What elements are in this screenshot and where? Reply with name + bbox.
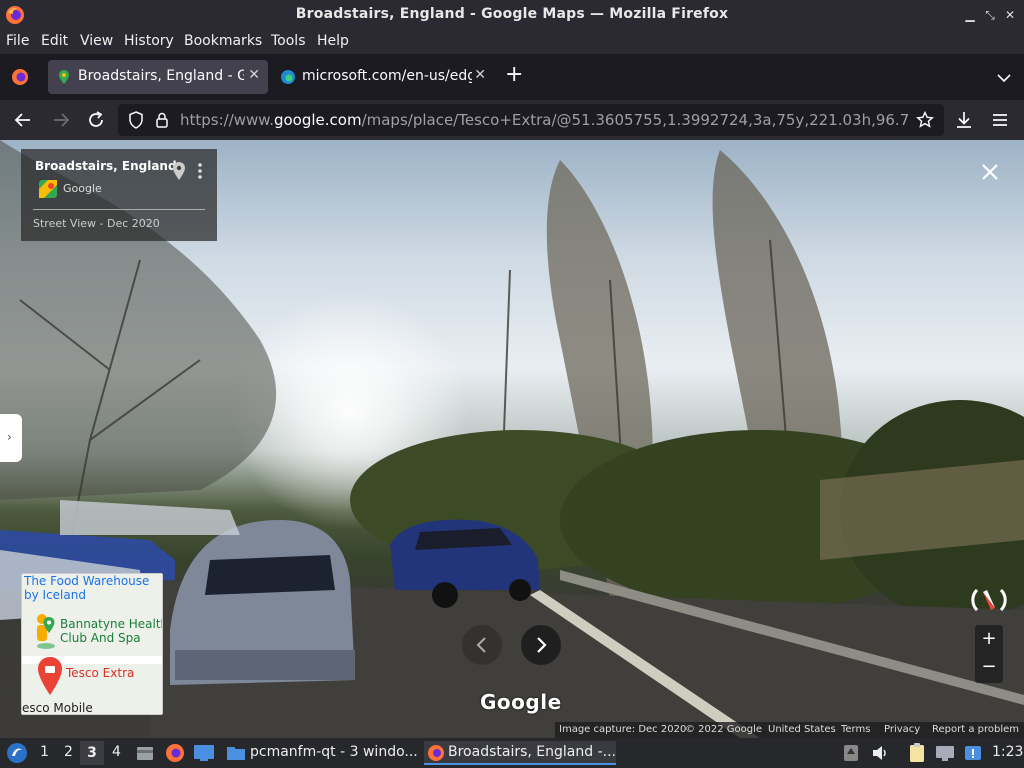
workspace-2[interactable]: 2 (64, 744, 73, 760)
tab-close-icon[interactable]: ✕ (248, 67, 260, 83)
zoom-controls: + − (975, 625, 1003, 683)
close-street-view-icon[interactable] (980, 162, 1000, 182)
menu-edit[interactable]: Edit (41, 33, 68, 49)
menu-view[interactable]: View (80, 33, 113, 49)
task-label: pcmanfm-qt - 3 windo... (250, 744, 418, 760)
close-window-icon[interactable]: ✕ (1002, 7, 1018, 23)
next-arrow-button[interactable] (521, 625, 561, 665)
task-label: Broadstairs, England -... (448, 744, 616, 760)
task-firefox[interactable]: Broadstairs, England -... (424, 741, 616, 765)
minimap-label-tesco-extra[interactable]: Tesco Extra (66, 666, 134, 680)
terms-link[interactable]: Terms (841, 724, 870, 735)
menu-bar: File Edit View History Bookmarks Tools H… (0, 30, 1024, 54)
google-maps-favicon (59, 70, 69, 84)
firefox-launcher-icon[interactable] (164, 742, 186, 764)
minimap-label-club-spa[interactable]: Club And Spa (60, 631, 141, 645)
green-place-pin-icon[interactable] (42, 616, 56, 634)
minimap-label-bannatyne[interactable]: Bannatyne Health (60, 617, 162, 631)
shield-icon[interactable] (126, 110, 146, 130)
copyright: © 2022 Google (685, 724, 763, 735)
forward-icon[interactable] (50, 109, 72, 131)
url-domain: google.com (273, 111, 362, 129)
bookmark-star-icon[interactable] (915, 110, 935, 130)
minimize-icon[interactable]: ▁ (962, 7, 978, 23)
minimap-label-by-iceland[interactable]: by Iceland (24, 588, 86, 602)
tab-microsoft-edge[interactable]: microsoft.com/en-us/edge ✕ (272, 60, 494, 94)
workspace-3[interactable]: 3 (80, 741, 104, 765)
downloads-icon[interactable] (953, 109, 975, 131)
more-options-icon[interactable] (196, 161, 204, 181)
chevron-right-icon: › (7, 430, 12, 444)
window-title: Broadstairs, England - Google Maps — Moz… (295, 6, 729, 22)
clipboard-icon[interactable] (906, 742, 928, 764)
google-maps-icon (39, 180, 57, 198)
menu-tools[interactable]: Tools (271, 33, 306, 49)
clock[interactable]: 1:23 (992, 744, 1023, 760)
google-logo: Google (480, 690, 562, 714)
taskbar: 1 2 3 4 pcmanfm-qt - 3 windo... Broadsta… (0, 738, 1024, 768)
report-problem-link[interactable]: Report a problem (932, 724, 1019, 735)
folder-icon (227, 747, 245, 760)
map-footer: Image capture: Dec 2020 © 2022 Google Un… (555, 722, 1024, 738)
reload-icon[interactable] (85, 109, 107, 131)
location-pin-icon[interactable] (171, 161, 187, 181)
workspace-1[interactable]: 1 (40, 744, 49, 760)
place-name[interactable]: Broadstairs, England (35, 159, 177, 173)
region-link[interactable]: United States (768, 724, 836, 735)
start-menu-icon[interactable] (6, 742, 28, 764)
tab-label: microsoft.com/en-us/edge (302, 68, 472, 84)
lock-icon[interactable] (152, 110, 172, 130)
street-view-info-card: Broadstairs, England Google Street View … (21, 149, 217, 241)
back-icon[interactable] (12, 109, 34, 131)
imagery-source: Google (63, 182, 102, 195)
menu-history[interactable]: History (124, 33, 174, 49)
file-manager-launcher-icon[interactable] (135, 743, 155, 763)
compass-icon[interactable] (969, 580, 1009, 620)
divider (33, 209, 205, 210)
desktop-launcher-icon[interactable] (193, 743, 215, 763)
navigation-bar: https://www.google.com/maps/place/Tesco+… (0, 100, 1024, 140)
previous-arrow-button[interactable] (462, 625, 502, 665)
side-panel-toggle[interactable]: › (0, 414, 22, 462)
red-place-pin-icon[interactable] (36, 656, 64, 696)
tab-label: Broadstairs, England - Google Maps (78, 68, 244, 84)
tray-indicator-icon[interactable] (842, 743, 860, 763)
zoom-in-icon[interactable]: + (975, 628, 1003, 649)
minimap[interactable]: The Food Warehouse by Iceland Bannatyne … (21, 573, 163, 715)
new-tab-icon[interactable]: + (505, 64, 523, 86)
tab-bar: Broadstairs, England - Google Maps ✕ mic… (0, 54, 1024, 100)
hamburger-menu-icon[interactable] (989, 109, 1011, 131)
minimap-label-food-warehouse[interactable]: The Food Warehouse (24, 574, 149, 588)
menu-bookmarks[interactable]: Bookmarks (184, 33, 262, 49)
url-prefix: https://www. (180, 111, 274, 129)
task-pcmanfm[interactable]: pcmanfm-qt - 3 windo... (226, 741, 418, 765)
tab-close-icon[interactable]: ✕ (474, 67, 486, 83)
window-titlebar: Broadstairs, England - Google Maps — Moz… (0, 0, 1024, 30)
minimap-label-tesco-mobile[interactable]: esco Mobile (22, 701, 93, 714)
privacy-link[interactable]: Privacy (884, 724, 920, 735)
url-bar[interactable]: https://www.google.com/maps/place/Tesco+… (118, 104, 944, 136)
image-capture-date: Image capture: Dec 2020 (559, 724, 687, 735)
firefox-view-icon[interactable] (10, 67, 30, 87)
zoom-out-icon[interactable]: − (975, 656, 1003, 677)
capture-date[interactable]: Street View - Dec 2020 (33, 217, 160, 230)
firefox-icon (428, 745, 444, 761)
network-icon[interactable] (934, 743, 956, 763)
menu-help[interactable]: Help (317, 33, 349, 49)
notification-icon[interactable] (962, 742, 984, 764)
workspace-4[interactable]: 4 (112, 744, 121, 760)
chevron-down-icon[interactable] (994, 68, 1014, 88)
tab-google-maps[interactable]: Broadstairs, England - Google Maps ✕ (48, 60, 268, 94)
volume-icon[interactable] (870, 743, 890, 763)
restore-icon[interactable]: ⤡ (982, 7, 998, 23)
edge-favicon (281, 70, 295, 84)
url-text[interactable]: https://www.google.com/maps/place/Tesco+… (180, 111, 910, 129)
menu-file[interactable]: File (6, 33, 29, 49)
url-path: /maps/place/Tesco+Extra/@51.3605755,1.39… (361, 111, 910, 129)
screen: Broadstairs, England - Google Maps — Moz… (0, 0, 1024, 768)
